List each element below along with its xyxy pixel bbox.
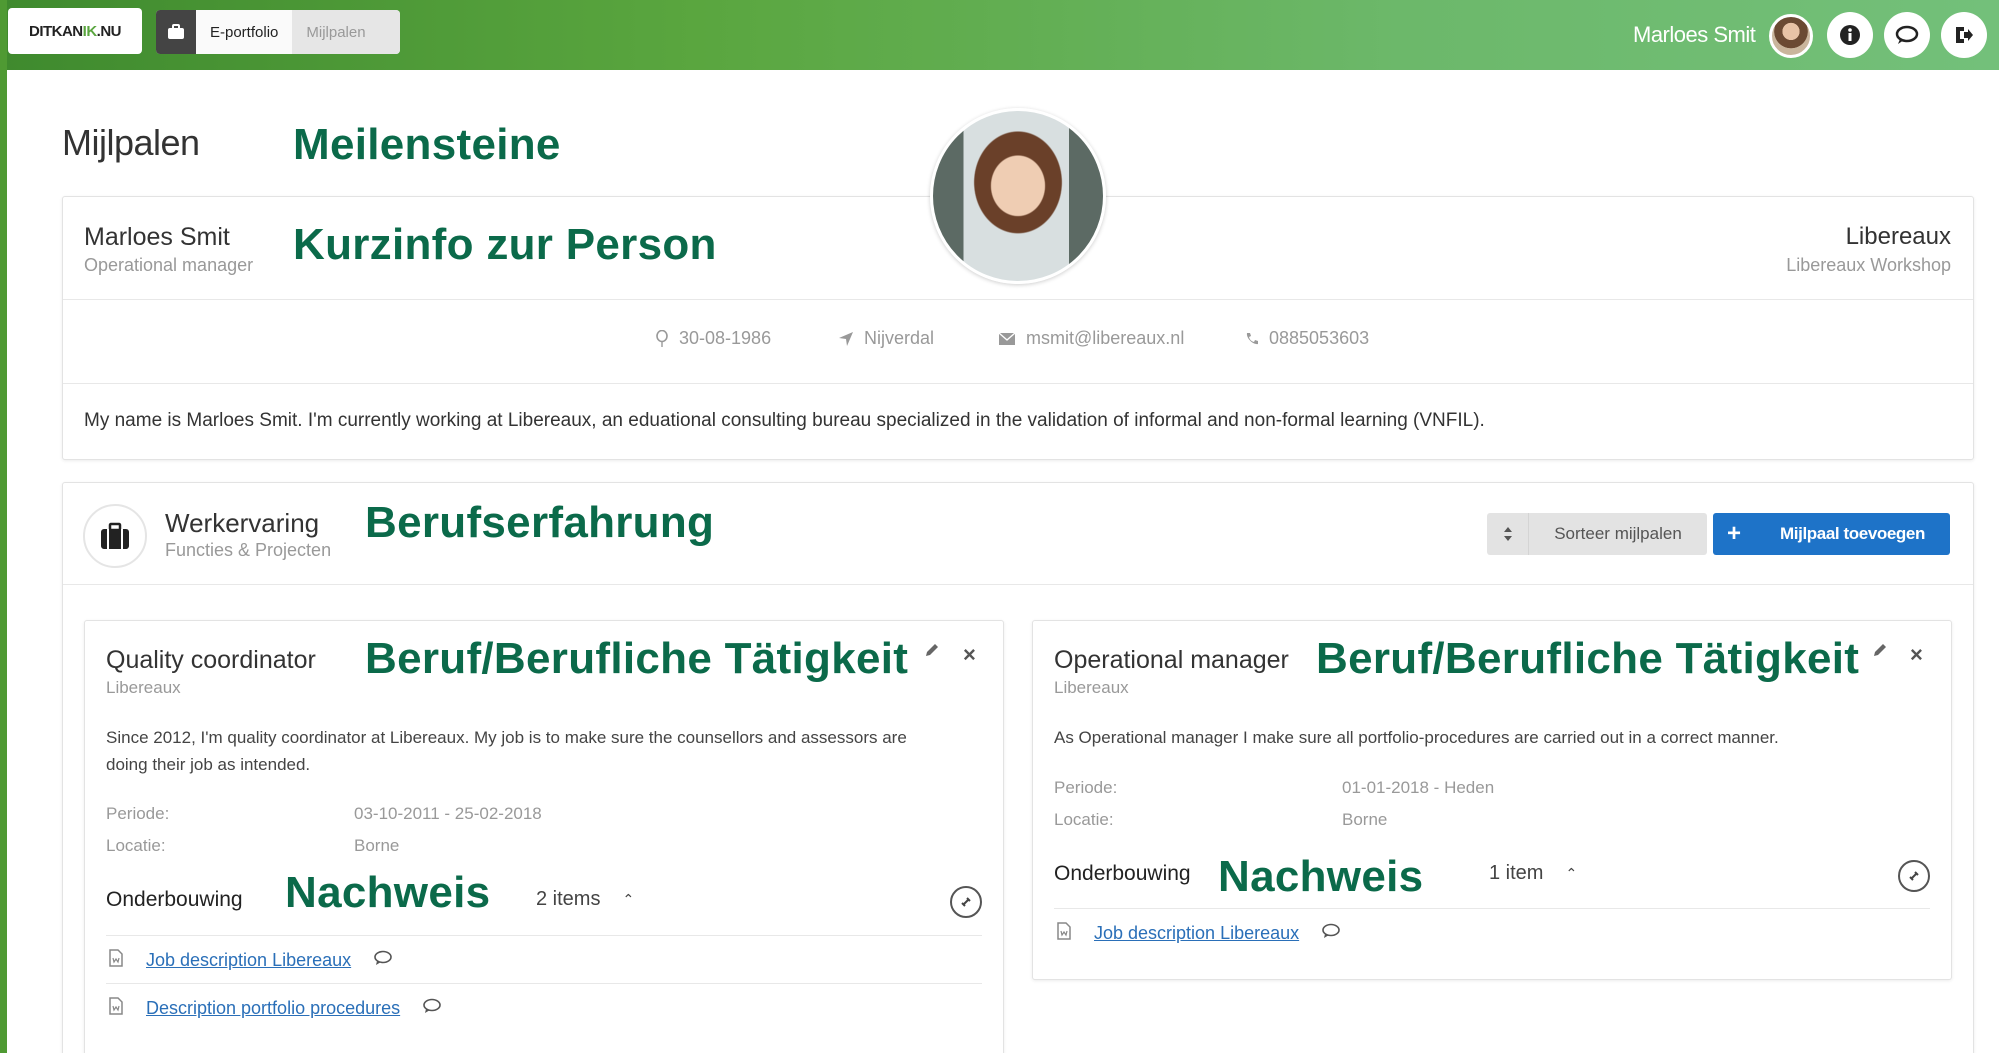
document-icon <box>108 949 124 972</box>
pencil-icon[interactable] <box>1872 642 1888 658</box>
milestone-company: Libereaux <box>1054 678 1129 697</box>
divider <box>63 383 1973 384</box>
document-link[interactable]: Description portfolio procedures <box>146 998 400 1019</box>
location-value: Borne <box>354 836 400 855</box>
logo-highlight: IK <box>82 22 98 40</box>
sort-milestones-button[interactable]: Sorteer mijlpalen <box>1487 513 1707 555</box>
document-icon <box>1056 922 1072 945</box>
chat-icon[interactable] <box>1884 12 1930 58</box>
email-info[interactable]: msmit@libereaux.nl <box>998 328 1184 349</box>
comment-icon[interactable] <box>1321 923 1341 944</box>
pencil-icon[interactable] <box>924 642 940 658</box>
location-label: Locatie: <box>106 836 166 855</box>
document-item: Description portfolio procedures <box>108 997 442 1020</box>
link-icon[interactable] <box>1898 860 1930 892</box>
link-icon[interactable] <box>950 886 982 918</box>
divider <box>63 299 1973 300</box>
balloon-icon <box>655 329 669 348</box>
chevron-up-icon: ⌃ <box>622 891 635 907</box>
phone-info[interactable]: 0885053603 <box>1245 328 1369 349</box>
location-value: Borne <box>1342 810 1388 829</box>
close-icon[interactable]: × <box>1910 642 1923 668</box>
annotation-evidence: Nachweis <box>1218 852 1424 901</box>
logo-tail: .NU <box>96 22 122 40</box>
document-icon <box>108 997 124 1020</box>
section-subtitle: Functies & Projecten <box>165 540 332 560</box>
phone-icon <box>1245 332 1259 346</box>
close-icon[interactable]: × <box>963 642 976 668</box>
annotation-person-info: Kurzinfo zur Person <box>293 220 717 269</box>
milestone-description: doing their job as intended. <box>106 755 311 774</box>
divider <box>106 935 982 936</box>
profile-photo <box>930 108 1106 284</box>
evidence-count: 2 items <box>536 888 601 910</box>
period-value: 01-01-2018 - Heden <box>1342 778 1495 797</box>
annotation-job: Beruf/Berufliche Tätigkeit <box>365 634 909 683</box>
evidence-count: 1 item <box>1489 862 1544 884</box>
period-label: Periode: <box>1054 778 1118 797</box>
logo-text: DITKAN <box>28 22 83 40</box>
annotation-job: Beruf/Berufliche Tätigkeit <box>1316 634 1860 683</box>
info-icon[interactable] <box>1827 12 1873 58</box>
envelope-icon <box>998 331 1016 346</box>
tab-e-portfolio[interactable]: E-portfolio <box>196 10 293 54</box>
user-avatar[interactable] <box>1769 14 1813 58</box>
tab-mijlpalen[interactable]: Mijlpalen <box>292 10 400 54</box>
sort-label: Sorteer mijlpalen <box>1554 524 1682 543</box>
plus-icon: + <box>1726 520 1741 547</box>
briefcase-icon[interactable] <box>156 10 196 54</box>
milestone-company: Libereaux <box>106 678 181 697</box>
milestone-title: Quality coordinator <box>106 646 316 674</box>
annotation-evidence: Nachweis <box>285 868 491 917</box>
organization-name: Libereaux <box>1845 223 1951 250</box>
evidence-toggle[interactable]: 1 item ⌃ <box>1489 862 1577 885</box>
annotation-milestones: Meilensteine <box>293 120 561 169</box>
nav-tabs: E-portfolio Mijlpalen <box>156 10 400 54</box>
comment-icon[interactable] <box>422 998 442 1019</box>
document-link[interactable]: Job description Libereaux <box>146 950 351 971</box>
document-item: Job description Libereaux <box>1056 922 1341 945</box>
phone[interactable]: 0885053603 <box>1269 328 1369 349</box>
birthdate: 30-08-1986 <box>679 328 772 348</box>
divider <box>63 584 1973 585</box>
period-label: Periode: <box>106 804 170 823</box>
evidence-toggle[interactable]: 2 items ⌃ <box>536 888 634 911</box>
milestone-card <box>84 620 1004 1053</box>
period-value: 03-10-2011 - 25-02-2018 <box>354 804 542 823</box>
evidence-label: Onderbouwing <box>1054 862 1191 885</box>
user-name[interactable]: Marloes Smit <box>1633 22 1756 48</box>
annotation-work-experience: Berufserfahrung <box>365 498 715 547</box>
logout-icon[interactable] <box>1941 12 1987 58</box>
left-accent-rail <box>0 0 7 1053</box>
document-link[interactable]: Job description Libereaux <box>1094 923 1299 944</box>
city: Nijverdal <box>864 328 935 348</box>
comment-icon[interactable] <box>373 950 393 971</box>
milestone-description: As Operational manager I make sure all p… <box>1054 728 1779 747</box>
add-label: Mijlpaal toevoegen <box>1780 524 1925 543</box>
email[interactable]: msmit@libereaux.nl <box>1026 328 1184 349</box>
logo[interactable]: DITKAN IK .NU <box>8 8 142 54</box>
evidence-label: Onderbouwing <box>106 888 243 911</box>
profile-name: Marloes Smit <box>84 223 230 251</box>
location-arrow-icon <box>838 331 854 347</box>
document-item: Job description Libereaux <box>108 949 393 972</box>
divider <box>106 983 982 984</box>
briefcase-icon <box>83 504 147 568</box>
chevron-up-icon: ⌃ <box>1565 865 1578 881</box>
milestone-title: Operational manager <box>1054 646 1289 674</box>
organization-sub: Libereaux Workshop <box>1786 255 1951 275</box>
profile-bio: My name is Marloes Smit. I'm currently w… <box>84 410 1485 431</box>
location-label: Locatie: <box>1054 810 1114 829</box>
sort-icon <box>1487 513 1529 555</box>
add-milestone-button[interactable]: + Mijlpaal toevoegen <box>1713 513 1950 555</box>
profile-role: Operational manager <box>84 255 254 275</box>
city-info: Nijverdal <box>838 328 934 349</box>
birthdate-info: 30-08-1986 <box>655 328 771 349</box>
page-title: Mijlpalen <box>62 122 200 163</box>
divider <box>1054 908 1930 909</box>
milestone-description: Since 2012, I'm quality coordinator at L… <box>106 728 907 747</box>
section-title: Werkervaring <box>165 508 320 538</box>
